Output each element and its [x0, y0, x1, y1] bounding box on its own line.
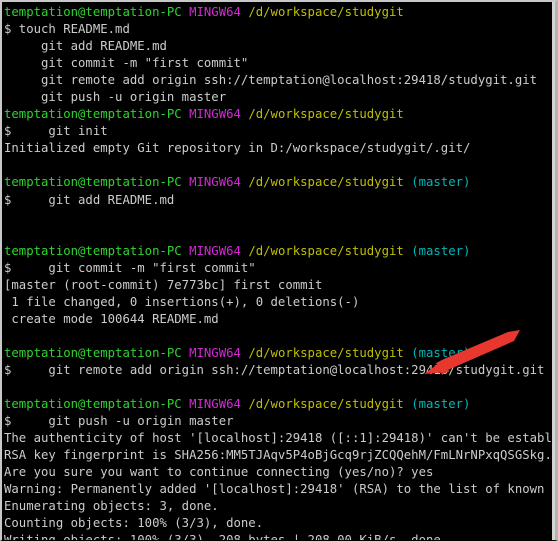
- prompt-path: /d/workspace/studygit: [248, 345, 404, 360]
- prompt-shell-name: MINGW64: [189, 5, 241, 19]
- prompt-user-host: temptation@temptation-PC: [4, 243, 182, 258]
- prompt-user-host: temptation@temptation-PC: [4, 345, 182, 360]
- prompt-shell-name: MINGW64: [189, 243, 241, 258]
- command-text: git push -u origin master: [4, 90, 227, 105]
- output-text: Counting objects: 100% (3/3), done.: [4, 516, 264, 531]
- command-line: $ git add README.md: [4, 192, 555, 209]
- prompt-shell-name: MINGW64: [189, 175, 241, 190]
- output-line: Warning: Permanently added '[localhost]:…: [4, 481, 555, 498]
- prompt-line: temptation@temptation-PC MINGW64 /d/work…: [4, 4, 555, 21]
- output-line: Writing objects: 100% (3/3), 208 bytes |…: [4, 532, 555, 541]
- prompt-git-branch: (master): [411, 345, 471, 360]
- command-line: $ git init: [4, 123, 555, 140]
- prompt-line: temptation@temptation-PC MINGW64 /d/work…: [4, 243, 555, 260]
- command-text: git remote add origin ssh://temptation@l…: [4, 73, 538, 88]
- prompt-path: /d/workspace/studygit: [248, 397, 404, 412]
- output-text: [master (root-commit) 7e773bc] first com…: [4, 277, 323, 292]
- command-text: $ git init: [4, 124, 108, 139]
- output-line: Are you sure you want to continue connec…: [4, 464, 555, 481]
- output-line: [master (root-commit) 7e773bc] first com…: [4, 277, 555, 294]
- output-line: The authenticity of host '[localhost]:29…: [4, 430, 555, 447]
- command-line: git commit -m "first commit": [4, 55, 555, 72]
- output-text: Are you sure you want to continue connec…: [4, 465, 434, 480]
- prompt-shell-name: MINGW64: [189, 107, 241, 122]
- output-line: Initialized empty Git repository in D:/w…: [4, 140, 555, 157]
- prompt-user-host: temptation@temptation-PC: [4, 175, 182, 190]
- output-text: 1 file changed, 0 insertions(+), 0 delet…: [4, 294, 360, 309]
- output-line: RSA key fingerprint is SHA256:MM5TJAqv5P…: [4, 447, 555, 464]
- command-line: $ git remote add origin ssh://temptation…: [4, 362, 555, 379]
- prompt-line: temptation@temptation-PC MINGW64 /d/work…: [4, 396, 555, 413]
- prompt-user-host: temptation@temptation-PC: [4, 107, 182, 122]
- command-line: git add README.md: [4, 38, 555, 55]
- output-line: Counting objects: 100% (3/3), done.: [4, 515, 555, 532]
- output-text: The authenticity of host '[localhost]:29…: [4, 431, 558, 446]
- terminal-output-area[interactable]: temptation@temptation-PC MINGW64 /d/work…: [2, 2, 555, 540]
- output-text: RSA key fingerprint is SHA256:MM5TJAqv5P…: [4, 448, 552, 463]
- command-line: git push -u origin master: [4, 89, 555, 106]
- prompt-line: temptation@temptation-PC MINGW64 /d/work…: [4, 345, 555, 362]
- output-text: Writing objects: 100% (3/3), 208 bytes |…: [4, 533, 449, 541]
- command-text: $ git push -u origin master: [4, 414, 234, 429]
- prompt-path: /d/workspace/studygit: [248, 107, 404, 122]
- output-line: Enumerating objects: 3, done.: [4, 498, 555, 515]
- output-line: 1 file changed, 0 insertions(+), 0 delet…: [4, 294, 555, 311]
- output-text: create mode 100644 README.md: [4, 311, 219, 326]
- output-text: Warning: Permanently added '[localhost]:…: [4, 482, 558, 497]
- command-line: $ touch README.md: [4, 21, 555, 38]
- prompt-line: temptation@temptation-PC MINGW64 /d/work…: [4, 106, 555, 123]
- prompt-git-branch: (master): [411, 397, 471, 412]
- output-text: Enumerating objects: 3, done.: [4, 499, 219, 514]
- prompt-shell-name: MINGW64: [189, 397, 241, 412]
- command-line: $ git commit -m "first commit": [4, 260, 555, 277]
- prompt-path: /d/workspace/studygit: [248, 5, 404, 19]
- command-text: $ git add README.md: [4, 192, 175, 207]
- command-text: git add README.md: [4, 39, 167, 54]
- prompt-path: /d/workspace/studygit: [248, 243, 404, 258]
- command-text: $ git remote add origin ssh://temptation…: [4, 362, 545, 377]
- prompt-user-host: temptation@temptation-PC: [4, 397, 182, 412]
- output-text: Initialized empty Git repository in D:/w…: [4, 141, 471, 156]
- prompt-user-host: temptation@temptation-PC: [4, 5, 182, 19]
- prompt-path: /d/workspace/studygit: [248, 175, 404, 190]
- command-text: $ touch README.md: [4, 22, 130, 37]
- command-line: git remote add origin ssh://temptation@l…: [4, 72, 555, 89]
- command-text: $ git commit -m "first commit": [4, 260, 256, 275]
- output-line: create mode 100644 README.md: [4, 311, 555, 328]
- prompt-shell-name: MINGW64: [189, 345, 241, 360]
- prompt-git-branch: (master): [411, 243, 471, 258]
- prompt-line: temptation@temptation-PC MINGW64 /d/work…: [4, 174, 555, 191]
- command-text: git commit -m "first commit": [4, 56, 249, 71]
- prompt-git-branch: (master): [411, 175, 471, 190]
- vertical-scrollbar[interactable]: [552, 2, 555, 540]
- mingw64-terminal-window[interactable]: temptation@temptation-PC MINGW64 /d/work…: [0, 0, 558, 541]
- command-line: $ git push -u origin master: [4, 413, 555, 430]
